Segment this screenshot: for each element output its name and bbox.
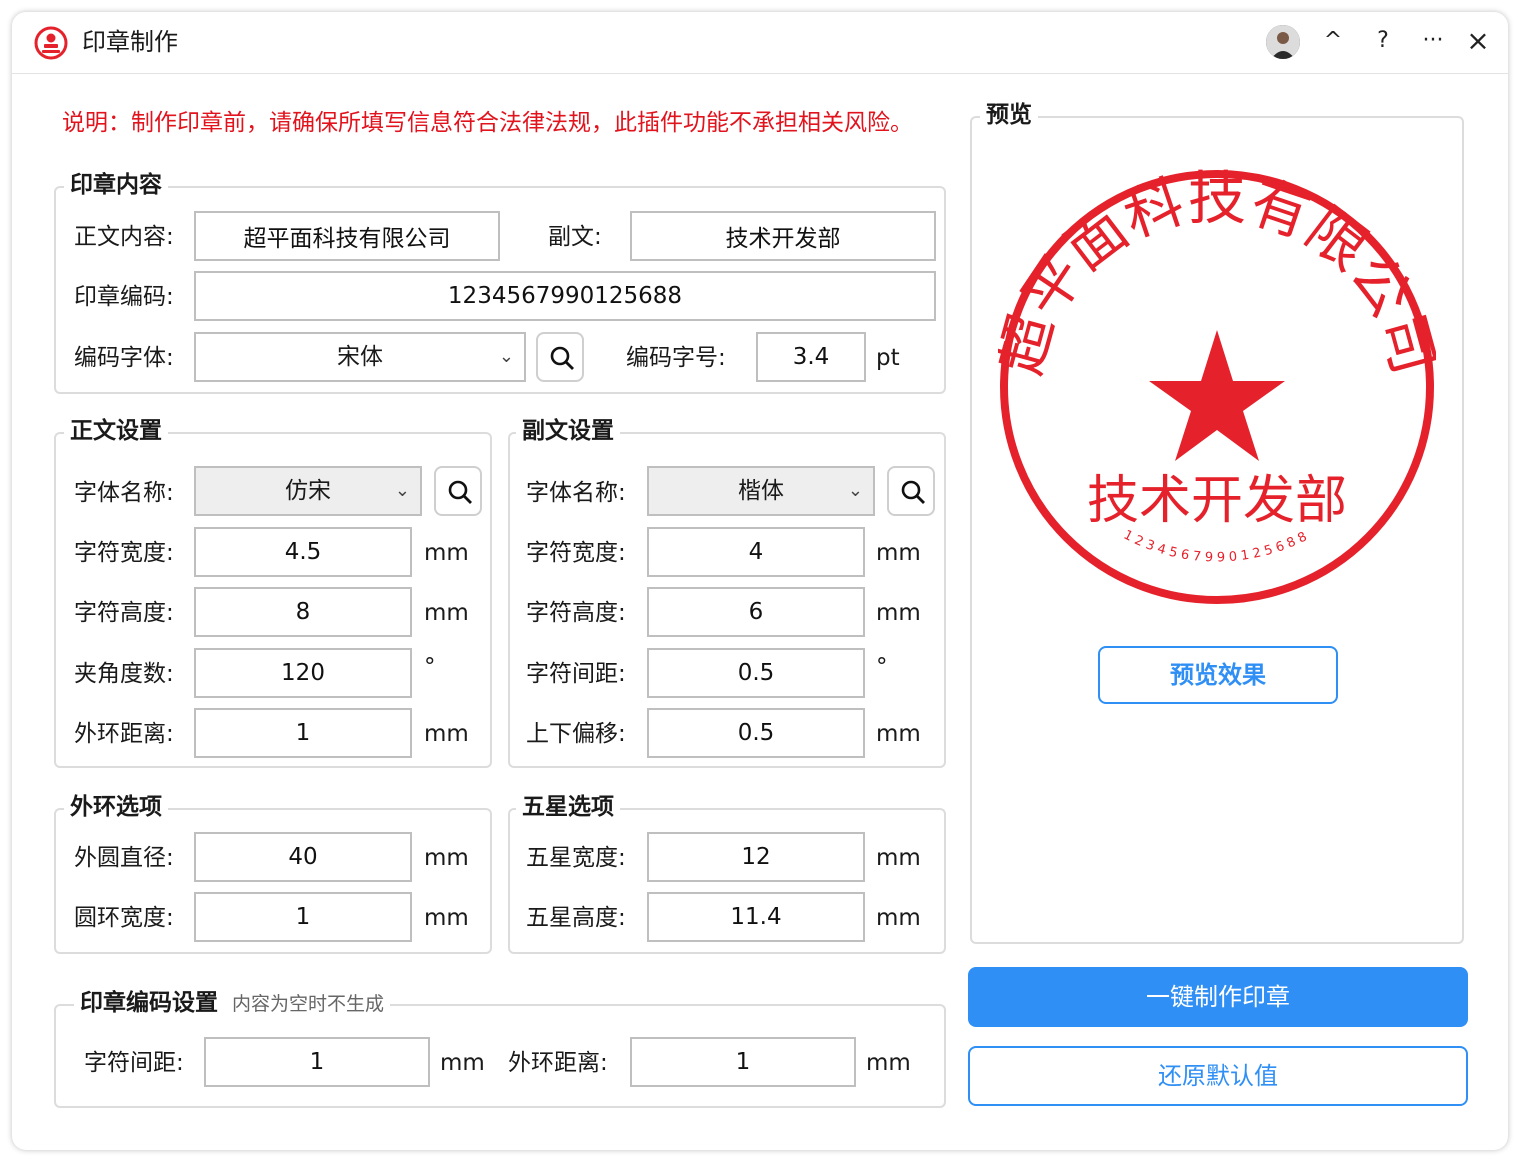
sub-font-search-button[interactable]	[887, 466, 935, 516]
star-height-label: 五星高度:	[526, 905, 626, 931]
search-icon	[448, 480, 472, 504]
make-seal-button[interactable]: 一键制作印章	[968, 967, 1468, 1027]
main-angle-unit: °	[424, 654, 436, 680]
stamp-maker-window: 印章制作 ^ ? ··· × 说明：制作印章前，请确保所填写信息符合法律法规，此…	[12, 12, 1508, 1150]
main-width-input[interactable]	[194, 527, 412, 577]
sub-spacing-input[interactable]	[647, 648, 865, 698]
code-font-select[interactable]: 宋体 ⌄	[194, 332, 526, 382]
search-icon	[901, 480, 925, 504]
code-font-label: 编码字体:	[74, 345, 174, 371]
code-font-value: 宋体	[337, 344, 383, 370]
title-bar: 印章制作 ^ ? ··· ×	[12, 12, 1508, 74]
close-button[interactable]: ×	[1461, 24, 1495, 58]
code-spacing-label: 字符间距:	[84, 1050, 184, 1076]
code-ring-distance-unit: mm	[866, 1050, 911, 1076]
seal-preview: 超平面科技有限公司 技术开发部 1234567990125688	[998, 168, 1436, 604]
star-width-unit: mm	[876, 845, 921, 871]
sub-height-unit: mm	[876, 600, 921, 626]
preview-effect-button[interactable]: 预览效果	[1098, 646, 1338, 704]
main-font-label: 字体名称:	[74, 480, 174, 506]
sub-text-label: 副文:	[548, 224, 602, 250]
preview-legend: 预览	[980, 100, 1038, 130]
main-height-unit: mm	[424, 600, 469, 626]
sub-spacing-unit: °	[876, 654, 888, 680]
code-size-input[interactable]	[756, 332, 866, 382]
chevron-down-icon: ⌄	[847, 480, 863, 501]
code-size-label: 编码字号:	[626, 345, 726, 371]
sub-offset-unit: mm	[876, 721, 921, 747]
sub-settings-legend: 副文设置	[516, 416, 620, 446]
code-settings-title: 印章编码设置	[80, 990, 218, 1016]
seal-content-legend: 印章内容	[64, 170, 168, 200]
code-ring-distance-label: 外环距离:	[508, 1050, 608, 1076]
outer-diameter-input[interactable]	[194, 832, 412, 882]
code-spacing-unit: mm	[440, 1050, 485, 1076]
search-icon	[550, 346, 574, 370]
main-text-label: 正文内容:	[74, 224, 174, 250]
user-avatar[interactable]	[1266, 25, 1300, 59]
sub-height-label: 字符高度:	[526, 600, 626, 626]
main-ring-distance-label: 外环距离:	[74, 721, 174, 747]
main-ring-distance-input[interactable]	[194, 708, 412, 758]
sub-font-select[interactable]: 楷体 ⌄	[647, 466, 875, 516]
star-height-unit: mm	[876, 905, 921, 931]
seal-code-input[interactable]	[194, 271, 936, 321]
sub-offset-label: 上下偏移:	[526, 721, 626, 747]
ring-width-input[interactable]	[194, 892, 412, 942]
seal-code-text: 1234567990125688	[1121, 528, 1313, 566]
chevron-down-icon: ⌄	[498, 346, 514, 367]
code-font-search-button[interactable]	[536, 332, 584, 382]
sub-font-label: 字体名称:	[526, 480, 626, 506]
sub-font-value: 楷体	[738, 478, 784, 504]
code-settings-hint: 内容为空时不生成	[232, 993, 385, 1015]
main-width-unit: mm	[424, 540, 469, 566]
seal-sub-text: 技术开发部	[1087, 471, 1347, 531]
main-angle-input[interactable]	[194, 648, 412, 698]
seal-star-icon	[1149, 330, 1285, 461]
collapse-button[interactable]: ^	[1316, 24, 1350, 58]
ring-width-label: 圆环宽度:	[74, 905, 174, 931]
sub-offset-input[interactable]	[647, 708, 865, 758]
reset-defaults-button[interactable]: 还原默认值	[968, 1046, 1468, 1106]
stamp-app-icon	[34, 26, 68, 60]
sub-text-input[interactable]	[630, 211, 936, 261]
sub-width-label: 字符宽度:	[526, 540, 626, 566]
main-font-search-button[interactable]	[434, 466, 482, 516]
code-spacing-input[interactable]	[204, 1037, 430, 1087]
sub-height-input[interactable]	[647, 587, 865, 637]
main-text-input[interactable]	[194, 211, 500, 261]
sub-width-input[interactable]	[647, 527, 865, 577]
main-ring-distance-unit: mm	[424, 721, 469, 747]
ring-width-unit: mm	[424, 905, 469, 931]
seal-code-label: 印章编码:	[74, 284, 174, 310]
star-options-legend: 五星选项	[516, 792, 620, 822]
main-height-input[interactable]	[194, 587, 412, 637]
main-font-value: 仿宋	[285, 478, 331, 504]
star-width-label: 五星宽度:	[526, 845, 626, 871]
code-ring-distance-input[interactable]	[630, 1037, 856, 1087]
main-settings-legend: 正文设置	[64, 416, 168, 446]
code-size-unit: pt	[876, 345, 900, 371]
star-height-input[interactable]	[647, 892, 865, 942]
main-font-select[interactable]: 仿宋 ⌄	[194, 466, 422, 516]
chevron-down-icon: ⌄	[394, 480, 410, 501]
outer-diameter-unit: mm	[424, 845, 469, 871]
main-angle-label: 夹角度数:	[74, 661, 174, 687]
legal-notice: 说明：制作印章前，请确保所填写信息符合法律法规，此插件功能不承担相关风险。	[62, 110, 913, 136]
ring-options-legend: 外环选项	[64, 792, 168, 822]
more-button[interactable]: ···	[1416, 24, 1450, 58]
sub-width-unit: mm	[876, 540, 921, 566]
outer-diameter-label: 外圆直径:	[74, 845, 174, 871]
star-width-input[interactable]	[647, 832, 865, 882]
main-width-label: 字符宽度:	[74, 540, 174, 566]
code-settings-legend: 印章编码设置 内容为空时不生成	[74, 988, 391, 1019]
main-height-label: 字符高度:	[74, 600, 174, 626]
help-button[interactable]: ?	[1366, 24, 1400, 58]
window-title: 印章制作	[82, 28, 178, 56]
sub-spacing-label: 字符间距:	[526, 661, 626, 687]
